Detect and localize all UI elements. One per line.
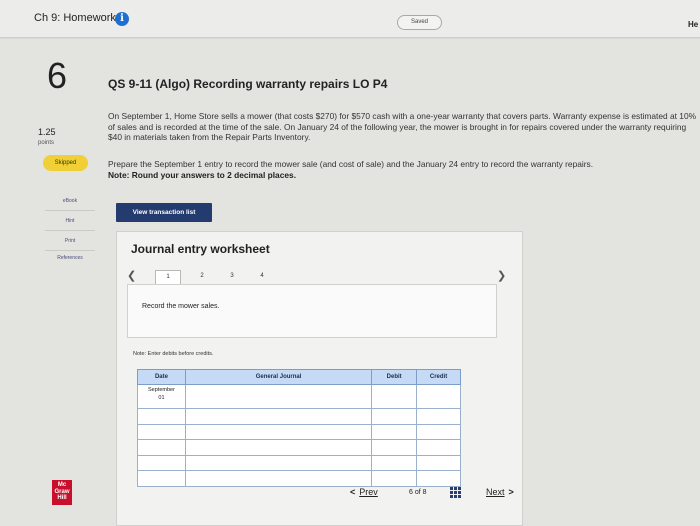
journal-table: Date General Journal Debit Credit Septem… xyxy=(137,369,461,487)
question-number: 6 xyxy=(47,55,68,96)
tab-3[interactable]: 3 xyxy=(219,270,245,284)
date-cell[interactable] xyxy=(137,470,186,487)
account-cell[interactable] xyxy=(184,454,373,471)
sidebar-divider xyxy=(45,250,95,251)
main-area: 6 1.25 points Skipped eBook Hint Print R… xyxy=(0,39,700,526)
mcgraw-hill-logo: Mc Graw Hill xyxy=(52,480,72,505)
column-header-debit: Debit xyxy=(371,369,418,385)
debit-cell[interactable] xyxy=(371,384,418,409)
header-right-text[interactable]: He xyxy=(688,20,698,29)
saved-badge: Saved xyxy=(397,15,442,30)
prev-button[interactable]: < Prev xyxy=(350,487,378,497)
assignment-title: Ch 9: Homework xyxy=(34,12,116,24)
account-cell[interactable] xyxy=(184,384,373,409)
table-header-row: Date General Journal Debit Credit xyxy=(137,369,461,385)
worksheet-title: Journal entry worksheet xyxy=(131,242,270,256)
task-text: Record the mower sales. xyxy=(142,303,220,310)
debit-cell[interactable] xyxy=(371,439,418,456)
table-row xyxy=(137,408,461,425)
tab-4[interactable]: 4 xyxy=(249,270,275,284)
status-badge: Skipped xyxy=(43,155,88,171)
debit-cell[interactable] xyxy=(371,470,418,487)
grid-icon[interactable] xyxy=(450,487,461,498)
tab-1[interactable]: 1 xyxy=(155,270,181,284)
worksheet-tab-nav: ❮ 1 2 3 4 ❯ xyxy=(127,266,507,286)
top-bar: Ch 9: Homework i Saved He xyxy=(0,0,700,38)
column-header-credit: Credit xyxy=(416,369,461,385)
sidebar-divider xyxy=(45,210,95,211)
page-current: 6 xyxy=(409,489,413,496)
debits-credits-note: Note: Enter debits before credits. xyxy=(133,351,214,357)
credit-cell[interactable] xyxy=(416,408,461,425)
date-cell[interactable] xyxy=(137,454,186,471)
chevron-right-icon[interactable]: ❯ xyxy=(497,269,506,282)
account-cell[interactable] xyxy=(184,439,373,456)
question-body: On September 1, Home Store sells a mower… xyxy=(108,111,697,142)
sidebar-item-ebook[interactable]: eBook xyxy=(45,198,95,204)
rounding-note: Note: Round your answers to 2 decimal pl… xyxy=(108,169,297,180)
account-cell[interactable] xyxy=(184,423,373,440)
chevron-right-icon: > xyxy=(508,487,514,497)
table-row xyxy=(137,454,461,471)
points-value: 1.25 xyxy=(38,127,56,137)
tab-2[interactable]: 2 xyxy=(189,270,215,284)
sidebar-item-hint[interactable]: Hint xyxy=(45,218,95,224)
credit-cell[interactable] xyxy=(416,454,461,471)
account-cell[interactable] xyxy=(184,408,373,425)
table-row: September 01 xyxy=(137,384,461,409)
sidebar-item-references[interactable]: References xyxy=(45,255,95,261)
account-cell[interactable] xyxy=(184,470,373,487)
chevron-left-icon[interactable]: ❮ xyxy=(127,269,136,282)
column-header-general-journal: General Journal xyxy=(184,369,373,385)
question-instructions: Prepare the September 1 entry to record … xyxy=(108,159,698,180)
column-header-date: Date xyxy=(137,369,186,385)
next-button[interactable]: Next > xyxy=(486,487,514,497)
credit-cell[interactable] xyxy=(416,384,461,409)
credit-cell[interactable] xyxy=(416,423,461,440)
credit-cell[interactable] xyxy=(416,470,461,487)
next-label: Next xyxy=(486,487,505,497)
credit-cell[interactable] xyxy=(416,439,461,456)
instruction-text: Prepare the September 1 entry to record … xyxy=(108,159,594,169)
table-row xyxy=(137,439,461,456)
date-cell[interactable]: September 01 xyxy=(137,384,186,409)
table-row xyxy=(137,470,461,487)
debit-cell[interactable] xyxy=(371,408,418,425)
date-cell[interactable] xyxy=(137,423,186,440)
chevron-left-icon: < xyxy=(350,487,356,497)
info-icon[interactable]: i xyxy=(115,12,129,26)
page-of: of xyxy=(414,489,421,496)
view-transaction-list-button[interactable]: View transaction list xyxy=(116,203,212,222)
page-total: 8 xyxy=(422,489,427,496)
question-title: QS 9-11 (Algo) Recording warranty repair… xyxy=(108,77,388,91)
date-cell[interactable] xyxy=(137,408,186,425)
debit-cell[interactable] xyxy=(371,423,418,440)
sidebar-divider xyxy=(45,230,95,231)
table-row xyxy=(137,423,461,440)
sidebar-item-print[interactable]: Print xyxy=(45,238,95,244)
points-label: points xyxy=(38,140,55,146)
journal-entry-worksheet: Journal entry worksheet ❮ 1 2 3 4 ❯ Reco… xyxy=(116,231,523,526)
task-description-box: Record the mower sales. xyxy=(127,284,497,338)
page-indicator: 6 of 8 xyxy=(409,489,427,496)
date-cell[interactable] xyxy=(137,439,186,456)
prev-label: Prev xyxy=(359,487,378,497)
debit-cell[interactable] xyxy=(371,454,418,471)
